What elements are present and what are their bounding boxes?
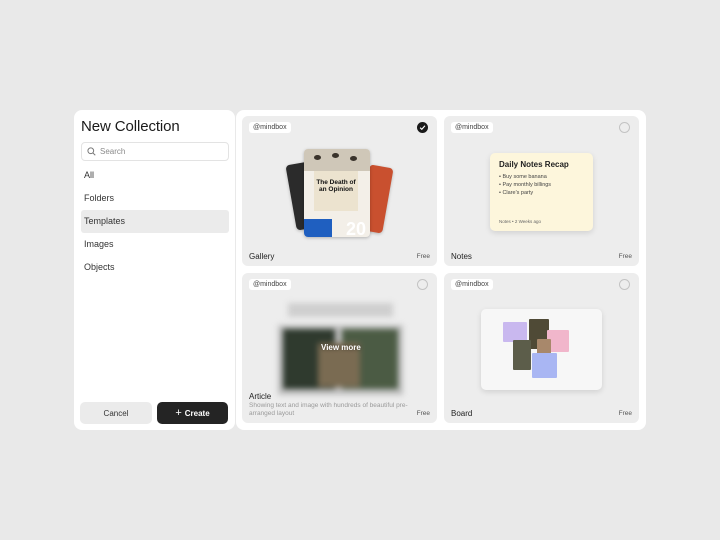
template-card-gallery[interactable]: @mindbox The Death of an Opinion 20 Gall…: [242, 116, 437, 266]
cancel-button[interactable]: Cancel: [80, 402, 152, 424]
select-radio[interactable]: [417, 122, 428, 133]
note-title: Daily Notes Recap: [499, 160, 569, 169]
template-card-article[interactable]: @mindbox View more Article Showing text …: [242, 273, 437, 423]
select-radio[interactable]: [619, 122, 630, 133]
author-tag: @mindbox: [249, 122, 291, 133]
note-meta: Notes • 2 Weeks ago: [499, 219, 542, 224]
check-icon: [419, 125, 426, 131]
category-objects[interactable]: Objects: [81, 256, 229, 279]
template-name: Gallery: [249, 252, 275, 261]
author-tag: @mindbox: [451, 279, 493, 290]
notes-preview: Daily Notes Recap • Buy some banana • Pa…: [490, 153, 593, 231]
note-item: • Clare's party: [499, 190, 534, 196]
note-item: • Buy some banana: [499, 174, 547, 180]
template-card-notes[interactable]: @mindbox Daily Notes Recap • Buy some ba…: [444, 116, 639, 266]
view-more-button[interactable]: View more: [321, 343, 361, 352]
plus-icon: +: [175, 407, 182, 419]
gallery-preview-number: 20: [345, 219, 366, 237]
create-button[interactable]: + Create: [157, 402, 228, 424]
template-description: Showing text and image with hundreds of …: [249, 402, 408, 417]
collection-sidebar: New Collection All Folders Templates Ima…: [74, 110, 235, 430]
author-tag: @mindbox: [451, 122, 493, 133]
note-item: • Pay monthly billings: [499, 182, 552, 188]
search-box[interactable]: [81, 142, 229, 161]
search-icon: [87, 147, 96, 156]
template-price: Free: [618, 410, 632, 417]
template-name: Notes: [451, 252, 472, 261]
search-input[interactable]: [100, 147, 220, 156]
create-button-label: Create: [184, 408, 210, 418]
template-price: Free: [416, 253, 430, 260]
template-grid: @mindbox The Death of an Opinion 20 Gall…: [236, 110, 646, 430]
gallery-preview-main: The Death of an Opinion 20: [304, 149, 370, 237]
category-nav: All Folders Templates Images Objects: [81, 164, 229, 279]
board-preview: [481, 309, 602, 390]
gallery-preview-title: The Death of an Opinion: [316, 179, 356, 193]
select-radio[interactable]: [417, 279, 428, 290]
category-folders[interactable]: Folders: [81, 187, 229, 210]
dialog-title: New Collection: [81, 118, 180, 135]
template-card-board[interactable]: @mindbox Board Free: [444, 273, 639, 423]
template-name: Board: [451, 409, 473, 418]
category-all[interactable]: All: [81, 164, 229, 187]
template-price: Free: [416, 410, 430, 417]
select-radio[interactable]: [619, 279, 630, 290]
category-images[interactable]: Images: [81, 233, 229, 256]
category-templates[interactable]: Templates: [81, 210, 229, 233]
template-name: Article: [249, 392, 272, 401]
template-price: Free: [618, 253, 632, 260]
author-tag: @mindbox: [249, 279, 291, 290]
